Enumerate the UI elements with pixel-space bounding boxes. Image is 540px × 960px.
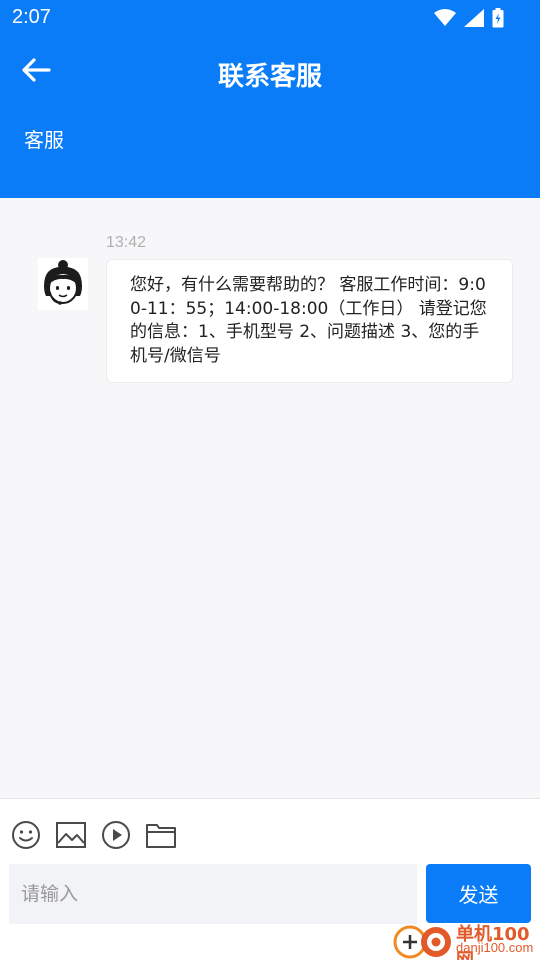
site-watermark: 单机100网 danji100.com bbox=[392, 916, 540, 960]
video-play-icon bbox=[101, 820, 131, 854]
watermark-logo bbox=[392, 920, 456, 960]
status-bar: 2:07 bbox=[0, 0, 540, 36]
video-button[interactable] bbox=[100, 821, 132, 853]
section-label: 客服 bbox=[24, 128, 64, 152]
status-icons bbox=[434, 8, 504, 32]
app-header: 2:07 联系客服 客服 bbox=[0, 0, 540, 198]
image-icon bbox=[56, 822, 86, 852]
message-timestamp: 13:42 bbox=[106, 234, 147, 251]
composer-tools bbox=[10, 821, 177, 853]
watermark-url: danji100.com bbox=[456, 940, 534, 955]
nav-bar: 联系客服 bbox=[0, 44, 540, 100]
page-title: 联系客服 bbox=[217, 62, 322, 92]
message-input[interactable] bbox=[9, 864, 417, 924]
file-button[interactable] bbox=[145, 821, 177, 853]
wifi-icon bbox=[434, 9, 456, 31]
folder-icon bbox=[146, 822, 176, 852]
chat-area[interactable]: 13:42 您好，有什么需要帮助的？ 客服工作时间：9:00-11：55；14:… bbox=[0, 198, 540, 798]
image-button[interactable] bbox=[55, 821, 87, 853]
emoji-button[interactable] bbox=[10, 821, 42, 853]
send-button[interactable]: 发送 bbox=[426, 864, 531, 923]
signal-icon bbox=[464, 9, 484, 31]
status-time: 2:07 bbox=[12, 6, 51, 28]
battery-charging-icon bbox=[492, 8, 504, 32]
message-bubble: 您好，有什么需要帮助的？ 客服工作时间：9:00-11：55；14:00-18:… bbox=[106, 259, 513, 383]
customer-service-agent-avatar bbox=[38, 258, 88, 310]
emoji-icon bbox=[11, 820, 41, 854]
